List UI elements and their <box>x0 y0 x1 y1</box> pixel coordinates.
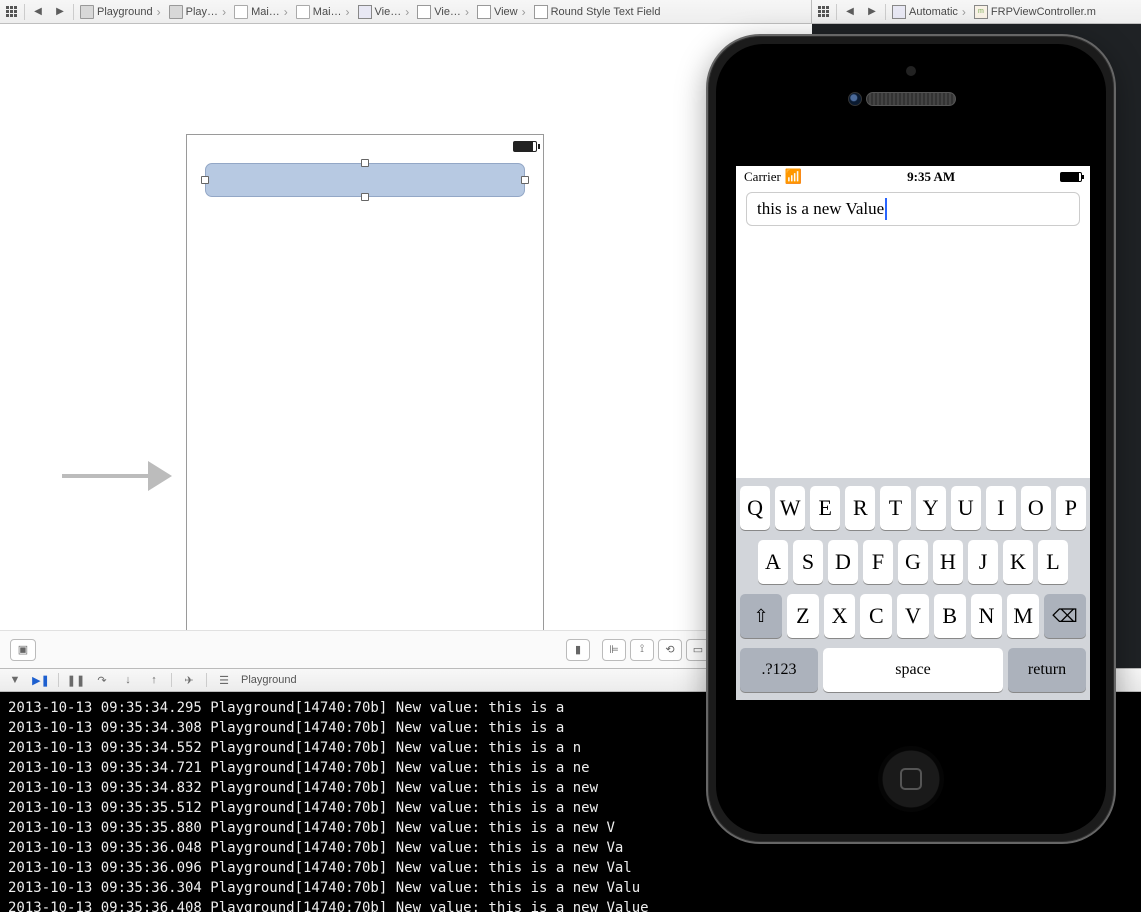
breadcrumb-item[interactable]: Vie… <box>413 5 473 19</box>
key-g[interactable]: G <box>898 540 928 584</box>
ib-textfield-selected[interactable] <box>205 163 525 197</box>
key-n[interactable]: N <box>971 594 1003 638</box>
text-input[interactable]: this is a new Value <box>746 192 1080 226</box>
text-cursor-icon <box>885 198 887 220</box>
step-into-button[interactable]: ↓ <box>119 671 137 689</box>
jump-bar-left: ◀ ▶ PlaygroundPlay…Mai…Mai…Vie…Vie…ViewR… <box>0 0 812 23</box>
separator <box>836 4 837 20</box>
breadcrumb-item[interactable]: Play… <box>165 5 230 19</box>
clock-label: 9:35 AM <box>907 169 955 185</box>
key-m[interactable]: M <box>1007 594 1039 638</box>
space-key[interactable]: space <box>823 648 1003 692</box>
pin-button[interactable]: ⟟ <box>630 639 654 661</box>
related-items-icon[interactable] <box>813 2 833 22</box>
pause-button[interactable]: ❚❚ <box>67 671 85 689</box>
resolve-issues-button[interactable]: ⟲ <box>658 639 682 661</box>
key-w[interactable]: W <box>775 486 805 530</box>
key-h[interactable]: H <box>933 540 963 584</box>
resize-handle-icon[interactable] <box>201 176 209 184</box>
breadcrumb: AutomaticmFRPViewController.m <box>888 5 1104 19</box>
text-input-value: this is a new Value <box>757 199 884 219</box>
earpiece-icon <box>866 92 956 106</box>
key-e[interactable]: E <box>810 486 840 530</box>
separator <box>73 4 74 20</box>
ib-status-bar <box>187 135 543 157</box>
status-bar: Carrier 📶 9:35 AM <box>736 166 1090 188</box>
proximity-sensor-icon <box>906 66 916 76</box>
numbers-key[interactable]: .?123 <box>740 648 818 692</box>
key-q[interactable]: Q <box>740 486 770 530</box>
nav-forward-button[interactable]: ▶ <box>862 2 882 22</box>
backspace-key[interactable]: ⌫ <box>1044 594 1086 638</box>
ios-keyboard: QWERTYUIOP ASDFGHJKL ⇧ZXCVBNM⌫ .?123 spa… <box>736 478 1090 700</box>
key-b[interactable]: B <box>934 594 966 638</box>
ib-bottom-toolbar: ▣ ▮ ⊫ ⟟ ⟲ ▭ − = + <box>0 630 812 668</box>
simulator-screen[interactable]: Carrier 📶 9:35 AM this is a new Value QW… <box>736 166 1090 700</box>
key-c[interactable]: C <box>860 594 892 638</box>
carrier-label: Carrier <box>744 169 781 185</box>
initial-vc-arrow-icon <box>62 456 182 496</box>
home-button[interactable] <box>878 746 944 812</box>
nav-forward-button[interactable]: ▶ <box>50 2 70 22</box>
jump-bar: ◀ ▶ PlaygroundPlay…Mai…Mai…Vie…Vie…ViewR… <box>0 0 1141 24</box>
key-l[interactable]: L <box>1038 540 1068 584</box>
interface-builder-canvas[interactable]: ▣ ▮ ⊫ ⟟ ⟲ ▭ − = + <box>0 24 812 668</box>
battery-icon <box>1060 172 1082 182</box>
resize-handle-icon[interactable] <box>361 193 369 201</box>
breadcrumb: PlaygroundPlay…Mai…Mai…Vie…Vie…ViewRound… <box>76 5 668 19</box>
key-j[interactable]: J <box>968 540 998 584</box>
step-out-button[interactable]: ↑ <box>145 671 163 689</box>
nav-back-button[interactable]: ◀ <box>840 2 860 22</box>
key-x[interactable]: X <box>824 594 856 638</box>
document-outline-button[interactable]: ▣ <box>10 639 36 661</box>
nav-back-button[interactable]: ◀ <box>28 2 48 22</box>
breadcrumb-item[interactable]: Vie… <box>354 5 414 19</box>
key-o[interactable]: O <box>1021 486 1051 530</box>
debug-view-button[interactable]: ✈ <box>180 671 198 689</box>
battery-icon <box>513 141 537 152</box>
align-button[interactable]: ⊫ <box>602 639 626 661</box>
location-icon[interactable]: ☰ <box>215 671 233 689</box>
breadcrumb-item[interactable]: Playground <box>76 5 165 19</box>
breadcrumb-item[interactable]: Mai… <box>230 5 292 19</box>
breadcrumb-item[interactable]: Mai… <box>292 5 354 19</box>
related-items-icon[interactable] <box>1 2 21 22</box>
hide-debug-button[interactable]: ▼ <box>6 671 24 689</box>
jump-bar-right: ◀ ▶ AutomaticmFRPViewController.m <box>812 0 1141 23</box>
key-u[interactable]: U <box>951 486 981 530</box>
key-d[interactable]: D <box>828 540 858 584</box>
front-camera-icon <box>848 92 862 106</box>
key-i[interactable]: I <box>986 486 1016 530</box>
key-p[interactable]: P <box>1056 486 1086 530</box>
breadcrumb-item[interactable]: Automatic <box>888 5 970 19</box>
return-key[interactable]: return <box>1008 648 1086 692</box>
separator <box>885 4 886 20</box>
key-v[interactable]: V <box>897 594 929 638</box>
debug-target-label: Playground <box>241 674 297 686</box>
breadcrumb-item[interactable]: mFRPViewController.m <box>970 5 1104 19</box>
separator <box>24 4 25 20</box>
key-s[interactable]: S <box>793 540 823 584</box>
size-class-button[interactable]: ▮ <box>566 639 590 661</box>
resize-handle-icon[interactable] <box>521 176 529 184</box>
breadcrumb-item[interactable]: View <box>473 5 530 19</box>
wifi-icon: 📶 <box>785 169 802 186</box>
continue-button[interactable]: ▶❚ <box>32 671 50 689</box>
key-z[interactable]: Z <box>787 594 819 638</box>
key-t[interactable]: T <box>880 486 910 530</box>
shift-key[interactable]: ⇧ <box>740 594 782 638</box>
key-k[interactable]: K <box>1003 540 1033 584</box>
key-r[interactable]: R <box>845 486 875 530</box>
key-y[interactable]: Y <box>916 486 946 530</box>
ib-viewcontroller[interactable] <box>186 134 544 650</box>
breadcrumb-item[interactable]: Round Style Text Field <box>530 5 669 19</box>
key-f[interactable]: F <box>863 540 893 584</box>
step-over-button[interactable]: ↷ <box>93 671 111 689</box>
key-a[interactable]: A <box>758 540 788 584</box>
resize-handle-icon[interactable] <box>361 159 369 167</box>
ios-simulator: Carrier 📶 9:35 AM this is a new Value QW… <box>706 34 1116 844</box>
